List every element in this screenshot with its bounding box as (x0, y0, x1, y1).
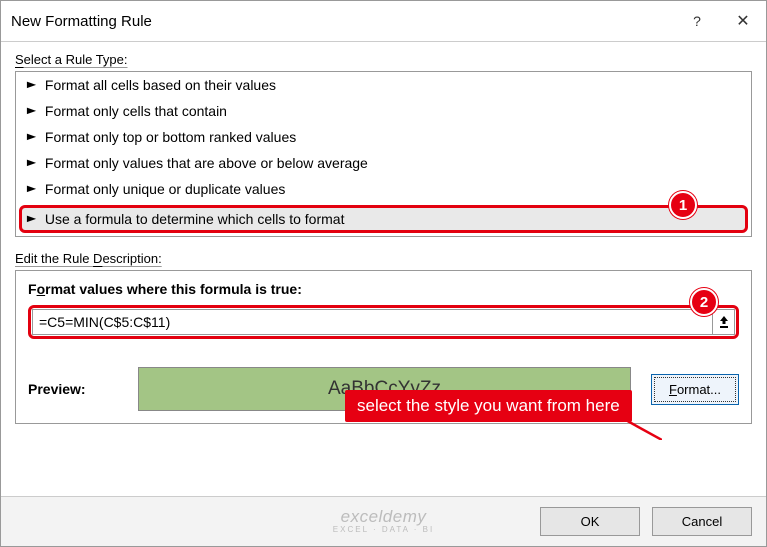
bullet-icon: ► (24, 79, 39, 91)
formula-heading: Format values where this formula is true… (28, 281, 739, 297)
formula-input[interactable] (32, 309, 713, 335)
rule-type-text: Format only unique or duplicate values (45, 181, 285, 197)
titlebar: New Formatting Rule ? ✕ (1, 1, 766, 42)
help-button[interactable]: ? (674, 7, 720, 35)
annotation-badge-2: 2 (690, 288, 718, 316)
rule-type-text: Format only top or bottom ranked values (45, 129, 296, 145)
preview-label: Preview: (28, 381, 118, 397)
bullet-icon: ► (24, 183, 39, 195)
annotation-tooltip: select the style you want from here (345, 390, 632, 422)
close-button[interactable]: ✕ (720, 7, 766, 35)
rule-type-item[interactable]: ► Format only top or bottom ranked value… (16, 124, 751, 150)
rule-type-text: Format only values that are above or bel… (45, 155, 368, 171)
edit-rule-desc-label: Edit the Rule Description: (15, 251, 752, 266)
rule-type-item[interactable]: ► Format only cells that contain (16, 98, 751, 124)
rule-type-text: Use a formula to determine which cells t… (45, 211, 345, 227)
bullet-icon: ► (24, 131, 39, 143)
formula-input-row: 2 (28, 305, 739, 339)
ok-button[interactable]: OK (540, 507, 640, 536)
rule-type-text: Format only cells that contain (45, 103, 227, 119)
rule-type-item[interactable]: ► Format only values that are above or b… (16, 150, 751, 176)
dialog-title: New Formatting Rule (11, 13, 674, 30)
watermark-line2: EXCEL · DATA · BI (333, 526, 434, 535)
rule-type-list: ► Format all cells based on their values… (15, 71, 752, 237)
new-formatting-rule-dialog: New Formatting Rule ? ✕ Select a Rule Ty… (0, 0, 767, 547)
rule-type-item[interactable]: ► Format only unique or duplicate values (16, 176, 751, 202)
rule-type-text: Format all cells based on their values (45, 77, 276, 93)
watermark: exceldemy EXCEL · DATA · BI (333, 508, 434, 535)
annotation-badge-1: 1 (669, 191, 697, 219)
rule-type-item-selected[interactable]: 1 ► Use a formula to determine which cel… (19, 205, 748, 233)
bullet-icon: ► (24, 105, 39, 117)
range-selector-button[interactable] (713, 309, 735, 335)
format-button[interactable]: Format... (651, 374, 739, 405)
select-rule-type-label: Select a Rule Type: (15, 52, 752, 67)
bullet-icon: ► (24, 213, 39, 225)
dialog-footer: exceldemy EXCEL · DATA · BI OK Cancel (1, 496, 766, 546)
watermark-line1: exceldemy (333, 508, 434, 527)
bullet-icon: ► (24, 157, 39, 169)
cancel-button[interactable]: Cancel (652, 507, 752, 536)
rule-type-item[interactable]: ► Format all cells based on their values (16, 72, 751, 98)
range-selector-icon (718, 315, 730, 329)
